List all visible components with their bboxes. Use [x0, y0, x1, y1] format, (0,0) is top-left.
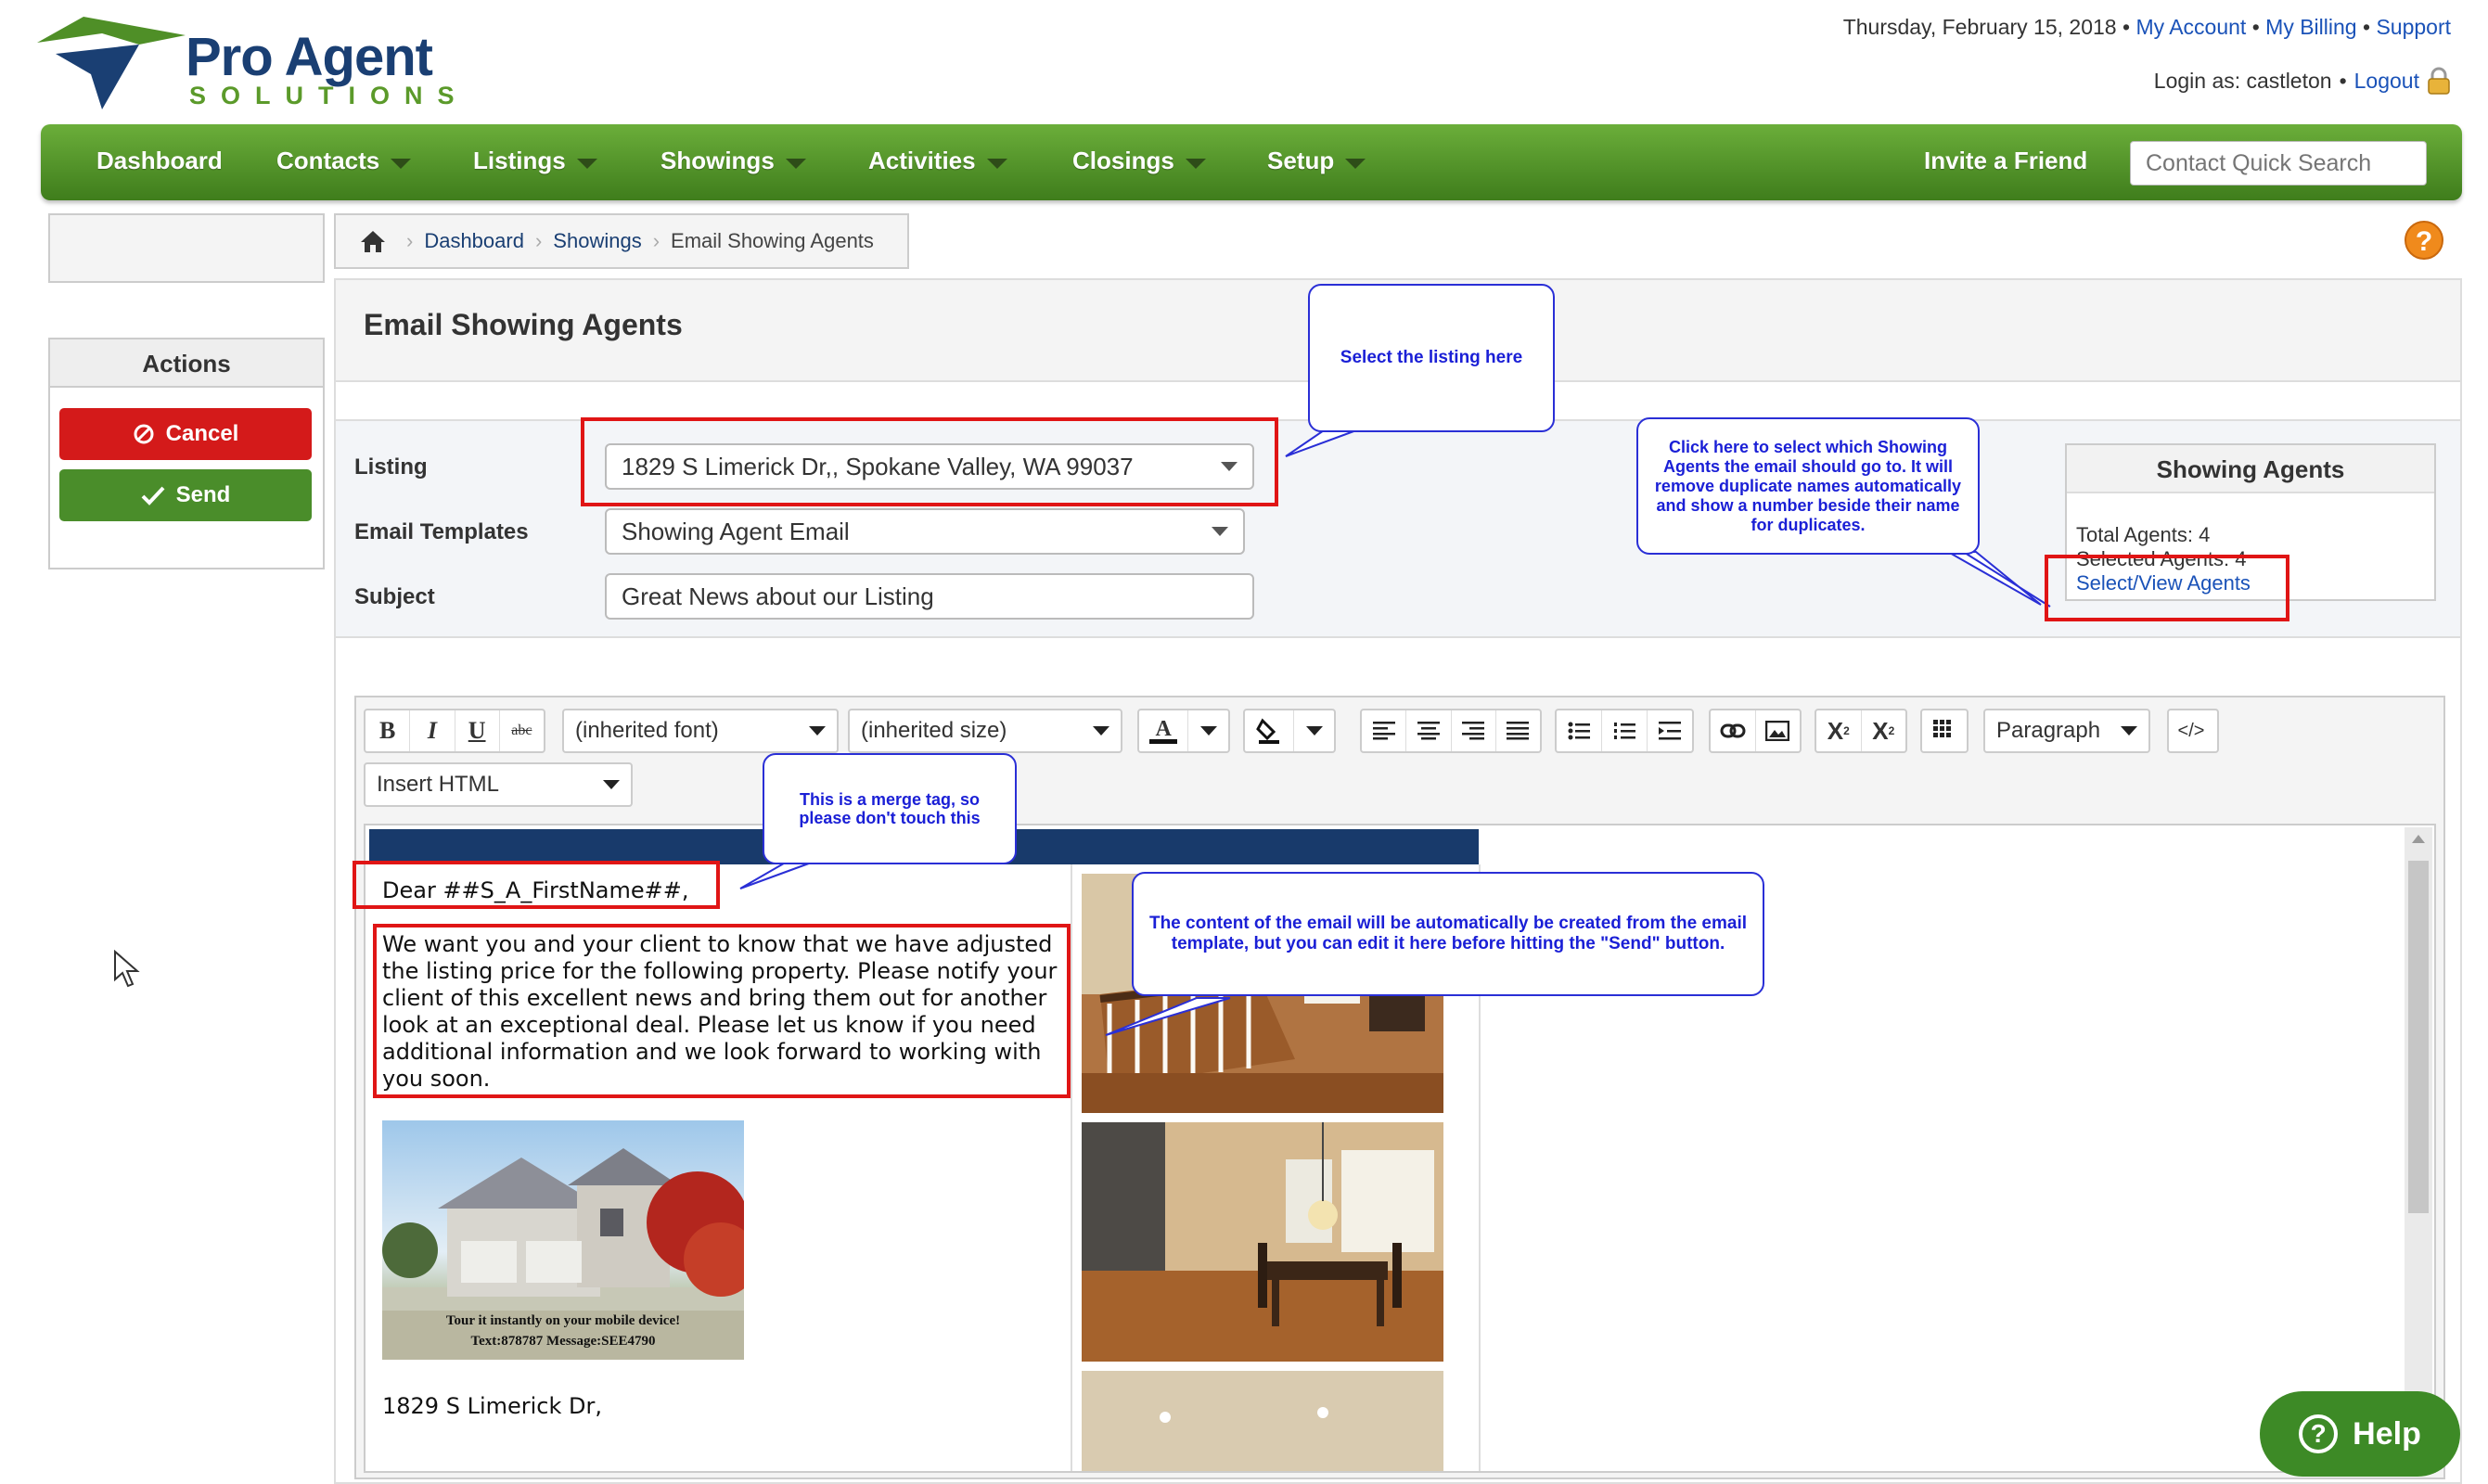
- merge-tag-callout: This is a merge tag, so please don't tou…: [763, 753, 1017, 864]
- select-agents-highlight: [2045, 555, 2289, 621]
- email-content-callout: The content of the email will be automat…: [1132, 872, 1764, 996]
- merge-tag-highlight: [353, 861, 720, 909]
- help-button[interactable]: ? Help: [2260, 1391, 2460, 1477]
- help-icon: ?: [2299, 1414, 2339, 1453]
- callout-pointers: [739, 427, 2051, 1036]
- email-body-highlight: [373, 924, 1071, 1098]
- listing-callout: Select the listing here: [1308, 284, 1555, 432]
- listing-highlight: [581, 417, 1278, 506]
- help-label: Help: [2353, 1415, 2421, 1452]
- showing-agents-callout: Click here to select which Showing Agent…: [1636, 417, 1980, 555]
